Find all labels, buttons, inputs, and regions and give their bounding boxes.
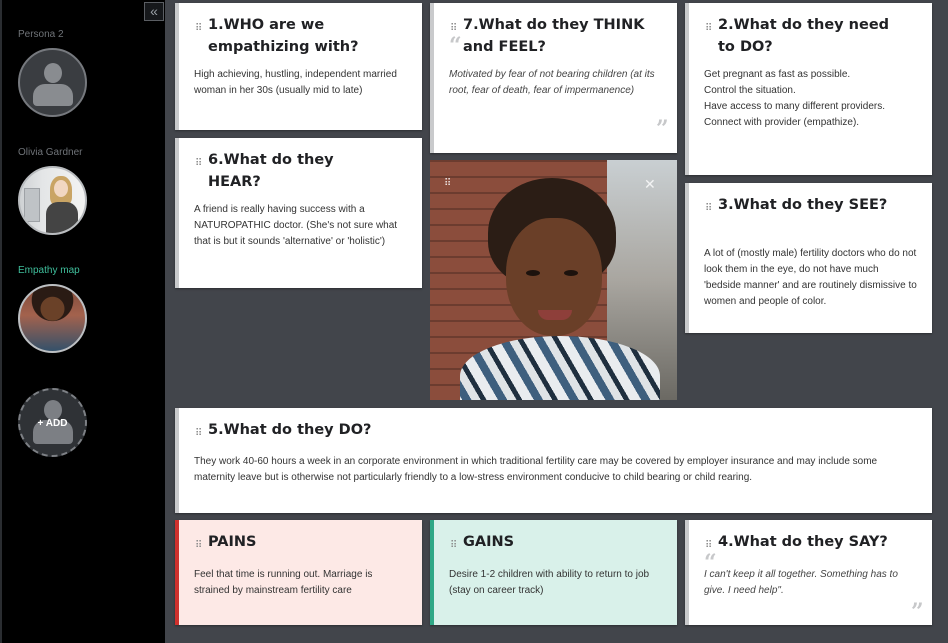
drag-handle-icon[interactable]: ⠿ xyxy=(195,158,202,169)
card-need-title-line1: 2.What do they need xyxy=(718,17,890,33)
sidebar-edge xyxy=(0,0,2,643)
avatar-bg-shelf xyxy=(24,188,40,222)
user-icon-head xyxy=(44,400,62,420)
card-think-title-line2: and FEEL? xyxy=(463,39,546,55)
card-need-line-2: Control the situation. xyxy=(704,85,796,96)
quote-close-icon: ” xyxy=(911,599,924,625)
card-say-body: I can't keep it all together. Something … xyxy=(704,569,898,596)
persona-avatar-empathy-map[interactable] xyxy=(18,284,87,353)
drag-handle-icon[interactable]: ⠿ xyxy=(195,428,202,439)
persona-label-empathy-map: Empathy map xyxy=(18,265,80,276)
card-do[interactable]: ⠿ 5.What do they DO? They work 40-60 hou… xyxy=(175,408,932,513)
card-gains-body: Desire 1-2 children with ability to retu… xyxy=(449,569,650,596)
card-who-title-line2: empathizing with? xyxy=(208,39,359,55)
user-icon-body xyxy=(33,84,73,106)
card-think-body: Motivated by fear of not bearing childre… xyxy=(449,69,655,96)
card-see-title: 3.What do they SEE? xyxy=(718,197,888,213)
card-who-body: High achieving, hustling, independent ma… xyxy=(194,69,397,96)
card-gains[interactable]: ⠿ GAINS Desire 1-2 children with ability… xyxy=(430,520,677,625)
drag-handle-icon[interactable]: ⠿ xyxy=(450,540,457,551)
card-pains-title: PAINS xyxy=(208,534,257,550)
card-need-line-1: Get pregnant as fast as possible. xyxy=(704,69,851,80)
avatar-face xyxy=(54,180,68,197)
close-icon[interactable]: ✕ xyxy=(644,176,656,193)
persona-label-persona-2: Persona 2 xyxy=(18,29,64,40)
photo-mouth xyxy=(538,310,572,320)
quote-open-icon: “ xyxy=(449,33,462,59)
persona-sidebar: « Persona 2 Olivia Gardner Empathy map +… xyxy=(0,0,165,643)
card-need-line-3: Have access to many different providers. xyxy=(704,101,886,112)
drag-handle-icon[interactable]: ⠿ xyxy=(195,23,202,34)
card-see[interactable]: ⠿ 3.What do they SEE? A lot of (mostly m… xyxy=(685,183,932,333)
user-icon-head xyxy=(44,63,62,83)
card-gains-title: GAINS xyxy=(463,534,515,550)
add-persona-label: + ADD xyxy=(37,418,68,429)
card-hear[interactable]: ⠿ 6.What do they HEAR? A friend is reall… xyxy=(175,138,422,288)
collapse-sidebar-button[interactable]: « xyxy=(144,2,164,21)
add-persona-button[interactable]: + ADD xyxy=(18,388,87,457)
card-see-body: A lot of (mostly male) fertility doctors… xyxy=(704,248,917,307)
drag-handle-icon[interactable]: ⠿ xyxy=(705,203,712,214)
card-who-title-line1: 1.WHO are we xyxy=(208,17,325,33)
card-need-title-line2: to DO? xyxy=(718,39,773,55)
card-who[interactable]: ⠿ 1.WHO are we empathizing with? High ac… xyxy=(175,3,422,130)
drag-handle-icon[interactable]: ⠿ xyxy=(444,178,451,189)
photo-eye-right xyxy=(564,270,578,276)
avatar-body xyxy=(46,202,78,233)
drag-handle-icon[interactable]: ⠿ xyxy=(705,23,712,34)
card-say[interactable]: ⠿ 4.What do they SAY? “ I can't keep it … xyxy=(685,520,932,625)
card-do-body: They work 40-60 hours a week in an corpo… xyxy=(194,456,878,483)
card-need-line-4: Connect with provider (empathize). xyxy=(704,117,860,128)
card-pains-body: Feel that time is running out. Marriage … xyxy=(194,569,373,596)
card-hear-title-line2: HEAR? xyxy=(208,174,261,190)
quote-close-icon: ” xyxy=(656,116,669,142)
card-say-title: 4.What do they SAY? xyxy=(718,534,888,550)
card-think-feel[interactable]: ⠿ 7.What do they THINK “ and FEEL? Motiv… xyxy=(430,3,677,153)
persona-avatar-olivia-gardner[interactable] xyxy=(18,166,87,235)
card-do-title: 5.What do they DO? xyxy=(208,422,372,438)
card-think-title-line1: 7.What do they THINK xyxy=(463,17,645,33)
photo-eye-left xyxy=(526,270,540,276)
card-need-to-do[interactable]: ⠿ 2.What do they need to DO? Get pregnan… xyxy=(685,3,932,175)
card-pains[interactable]: ⠿ PAINS Feel that time is running out. M… xyxy=(175,520,422,625)
drag-handle-icon[interactable]: ⠿ xyxy=(195,540,202,551)
card-hear-body: A friend is really having success with a… xyxy=(194,204,398,247)
persona-photo-card[interactable]: ⠿ ✕ xyxy=(430,160,677,400)
card-hear-title-line1: 6.What do they xyxy=(208,152,334,168)
double-chevron-left-icon: « xyxy=(150,3,158,19)
persona-avatar-persona-2[interactable] xyxy=(18,48,87,117)
persona-label-olivia-gardner: Olivia Gardner xyxy=(18,147,83,158)
